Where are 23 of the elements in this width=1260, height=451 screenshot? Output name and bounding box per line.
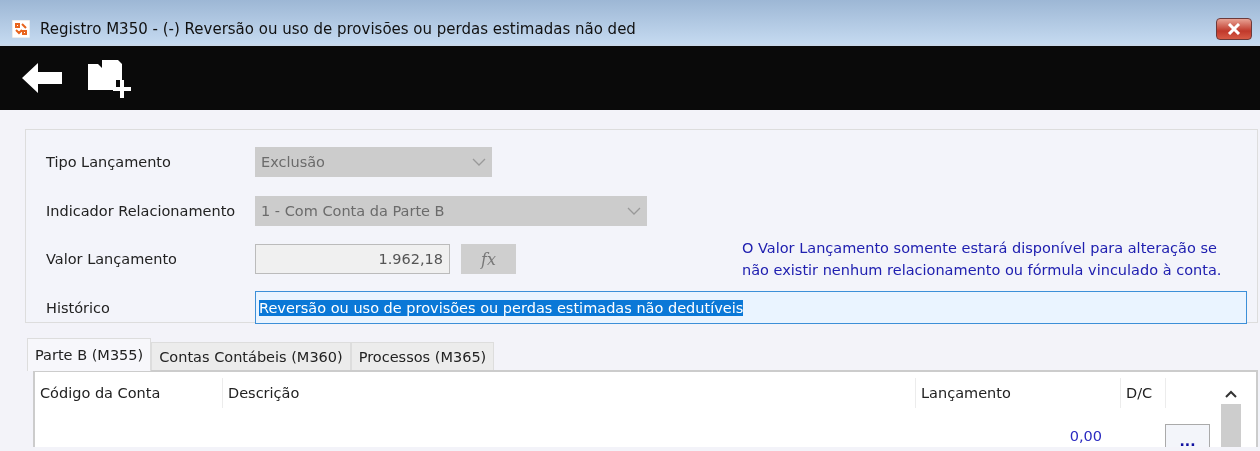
column-header: D/C xyxy=(1120,378,1165,408)
field-label: Histórico xyxy=(46,299,111,316)
tab[interactable]: Contas Contábeis (M360) xyxy=(151,342,351,370)
field-label: Indicador Relacionamento xyxy=(46,202,237,219)
column-header: Código da Conta xyxy=(39,384,162,403)
more-button[interactable]: ... xyxy=(1165,424,1210,447)
scroll-up-icon[interactable] xyxy=(1224,390,1237,398)
chevron-down-icon xyxy=(472,158,486,167)
window-title: Registro M350 - (-) Reversão ou uso de provisões ou perdas estimadas não ded xyxy=(40,19,637,38)
chevron-down-icon xyxy=(627,206,641,215)
tab[interactable]: Processos (M365) xyxy=(350,342,495,370)
column-header: Descrição xyxy=(222,378,915,408)
field-label: Valor Lançamento xyxy=(46,251,178,268)
back-arrow-icon[interactable] xyxy=(20,60,64,96)
field-label: Tipo Lançamento xyxy=(46,154,172,171)
column-header: Lançamento xyxy=(915,378,1120,408)
close-icon xyxy=(1227,23,1241,35)
history-field[interactable]: Reversão ou uso de provisões ou perdas estimadas não dedutíveis xyxy=(255,291,1247,325)
table-cell-text: 0,00 xyxy=(1068,428,1103,444)
info-note: O Valor Lançamento somente estará disponível para alteração se não existir nenhum relacionamento ou fórmula vinculado à conta. xyxy=(742,239,1223,281)
app-icon xyxy=(12,20,30,38)
close-button[interactable] xyxy=(1216,18,1252,40)
tab[interactable]: Parte B (M355) xyxy=(27,338,152,371)
